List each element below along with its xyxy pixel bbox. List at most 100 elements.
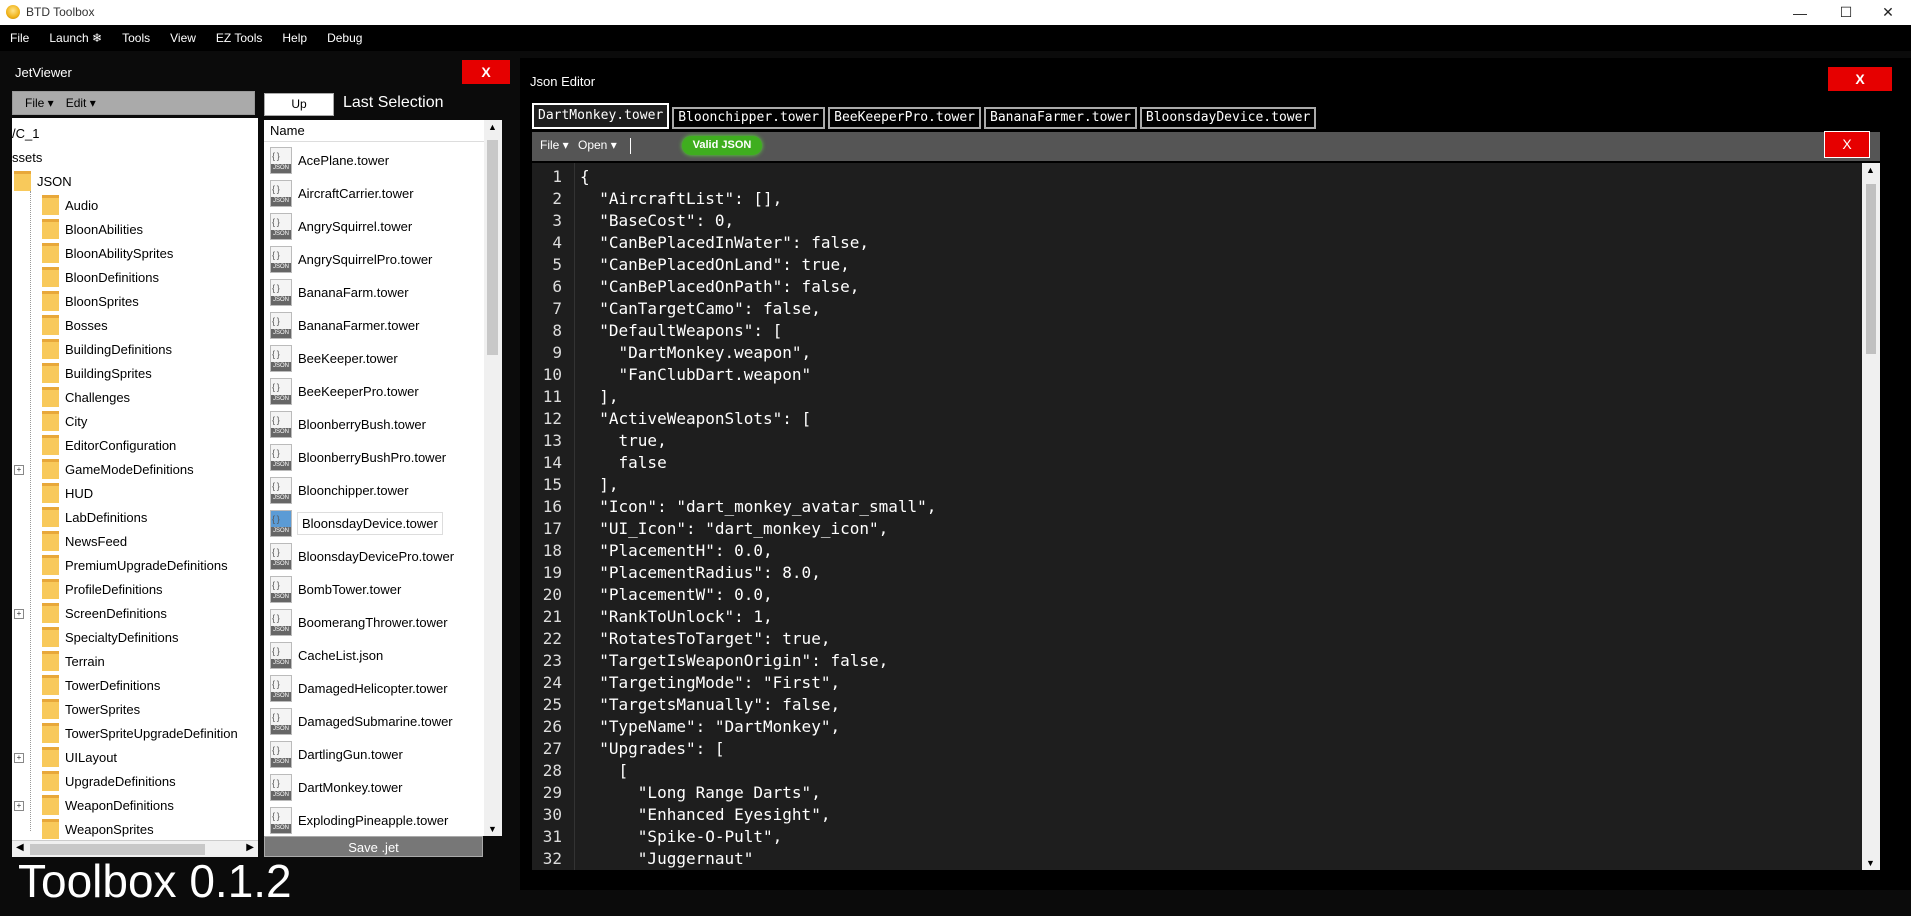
minimize-button[interactable]: —: [1777, 0, 1823, 25]
file-list-scrollbar[interactable]: ▲ ▼: [484, 120, 502, 836]
file-item[interactable]: { } JSON CacheList.json: [270, 640, 383, 670]
tree-node[interactable]: NewsFeed: [42, 529, 127, 553]
expand-icon[interactable]: +: [14, 801, 24, 811]
menu-launch[interactable]: Launch ❄: [39, 25, 112, 51]
jetviewer-file-menu[interactable]: File ▾: [25, 96, 54, 110]
tree-node[interactable]: Audio: [42, 193, 98, 217]
menu-ez-tools[interactable]: EZ Tools: [206, 25, 272, 51]
tree-node[interactable]: UpgradeDefinitions: [42, 769, 176, 793]
file-item[interactable]: { } JSON BeeKeeperPro.tower: [270, 376, 419, 406]
tree-node[interactable]: TowerSprites: [42, 697, 140, 721]
menu-view[interactable]: View: [160, 25, 206, 51]
tree-node[interactable]: WeaponDefinitions: [42, 793, 174, 817]
json-editor-close-button[interactable]: X: [1828, 67, 1892, 91]
monkey-money-icon: [6, 5, 20, 19]
file-item[interactable]: { } JSON BoomerangThrower.tower: [270, 607, 448, 637]
tab-bloonchipper[interactable]: Bloonchipper.tower: [672, 107, 826, 129]
tree-node[interactable]: GameModeDefinitions: [42, 457, 194, 481]
code-line: "CanBePlacedInWater": false,: [580, 233, 869, 252]
jetviewer-close-button[interactable]: X: [462, 60, 510, 84]
file-item[interactable]: { } JSON BeeKeeper.tower: [270, 343, 398, 373]
json-file-icon: { } JSON: [270, 542, 292, 570]
file-item[interactable]: { } JSON DartMonkey.tower: [270, 772, 403, 802]
tab-bloonsdaydevice[interactable]: BloonsdayDevice.tower: [1139, 107, 1317, 129]
tree-node[interactable]: /C_1: [12, 121, 39, 145]
tree-node[interactable]: BloonAbilitySprites: [42, 241, 173, 265]
expand-icon[interactable]: +: [14, 609, 24, 619]
editor-inner-close-button[interactable]: X: [1824, 131, 1870, 158]
file-item[interactable]: { } JSON ExplodingPineapple.tower: [270, 805, 448, 835]
tree-node[interactable]: Bosses: [42, 313, 108, 337]
save-jet-button[interactable]: Save .jet: [264, 836, 483, 857]
menu-file[interactable]: File: [0, 25, 39, 51]
file-item[interactable]: { } JSON BloonberryBush.tower: [270, 409, 426, 439]
close-window-button[interactable]: ✕: [1865, 0, 1911, 25]
tree-node[interactable]: BuildingDefinitions: [42, 337, 172, 361]
tree-node[interactable]: PremiumUpgradeDefinitions: [42, 553, 228, 577]
file-item[interactable]: { } JSON BananaFarm.tower: [270, 277, 409, 307]
tree-node[interactable]: HUD: [42, 481, 93, 505]
up-button[interactable]: Up: [264, 93, 334, 116]
tree-node[interactable]: TowerSpriteUpgradeDefinition: [42, 721, 238, 745]
tab-dartmonkey[interactable]: DartMonkey.tower: [532, 103, 670, 129]
file-list[interactable]: Name { } JSON AcePlane.tower{ } JSON Aircraf…: [264, 120, 502, 836]
scroll-right-icon[interactable]: ▶: [246, 842, 254, 853]
tree-node[interactable]: Terrain: [42, 649, 105, 673]
tab-bananafarmer[interactable]: BananaFarmer.tower: [984, 107, 1137, 129]
scroll-up-icon[interactable]: ▲: [1866, 165, 1875, 175]
jetviewer-edit-menu[interactable]: Edit ▾: [66, 96, 96, 110]
tree-node[interactable]: BloonAbilities: [42, 217, 143, 241]
expand-icon[interactable]: +: [14, 753, 24, 763]
editor-open-menu[interactable]: Open ▾: [578, 138, 617, 152]
file-item[interactable]: { } JSON BloonsdayDevice.tower: [270, 508, 443, 538]
scroll-up-icon[interactable]: ▲: [488, 122, 497, 132]
tree-node[interactable]: LabDefinitions: [42, 505, 147, 529]
code-line: "RankToUnlock": 1,: [580, 607, 773, 626]
tree-node-json[interactable]: JSON: [14, 169, 72, 193]
folder-tree[interactable]: /C_1 ssets JSON Audio BloonAbilities Bloon…: [12, 118, 258, 840]
tree-node[interactable]: ssets: [12, 145, 42, 169]
menu-tools[interactable]: Tools: [112, 25, 160, 51]
file-item[interactable]: { } JSON DartlingGun.tower: [270, 739, 403, 769]
file-item[interactable]: { } JSON BananaFarmer.tower: [270, 310, 419, 340]
tree-node[interactable]: UILayout: [42, 745, 117, 769]
tree-node[interactable]: WeaponSprites: [42, 817, 154, 840]
scroll-thumb[interactable]: [487, 140, 498, 355]
expand-icon[interactable]: +: [14, 465, 24, 475]
tree-node[interactable]: ScreenDefinitions: [42, 601, 167, 625]
json-file-icon: { } JSON: [270, 245, 292, 273]
file-item[interactable]: { } JSON BloonsdayDevicePro.tower: [270, 541, 454, 571]
file-item[interactable]: { } JSON DamagedHelicopter.tower: [270, 673, 448, 703]
tree-node[interactable]: BloonDefinitions: [42, 265, 159, 289]
code-scrollbar[interactable]: ▲ ▼: [1862, 163, 1880, 870]
list-header-name[interactable]: Name: [264, 120, 484, 142]
file-item[interactable]: { } JSON DamagedSubmarine.tower: [270, 706, 453, 736]
tree-node[interactable]: ProfileDefinitions: [42, 577, 163, 601]
file-item[interactable]: { } JSON BombTower.tower: [270, 574, 401, 604]
version-label: Toolbox 0.1.2: [18, 855, 292, 907]
file-item[interactable]: { } JSON Bloonchipper.tower: [270, 475, 409, 505]
menu-help[interactable]: Help: [272, 25, 317, 51]
tree-node[interactable]: City: [42, 409, 87, 433]
tree-node[interactable]: EditorConfiguration: [42, 433, 176, 457]
scroll-down-icon[interactable]: ▼: [488, 824, 497, 834]
file-item[interactable]: { } JSON AngrySquirrel.tower: [270, 211, 412, 241]
json-file-icon: { } JSON: [270, 674, 292, 702]
editor-file-menu[interactable]: File ▾: [540, 138, 569, 152]
tree-node[interactable]: Challenges: [42, 385, 130, 409]
menu-debug[interactable]: Debug: [317, 25, 372, 51]
scroll-left-icon[interactable]: ◀: [16, 842, 24, 853]
scroll-down-icon[interactable]: ▼: [1866, 858, 1875, 868]
file-item[interactable]: { } JSON AircraftCarrier.tower: [270, 178, 414, 208]
code-editor[interactable]: 1 {2 "AircraftList": [], 3 "BaseCost": 0, 4…: [532, 163, 1862, 870]
maximize-button[interactable]: ☐: [1823, 0, 1869, 25]
tree-node[interactable]: BuildingSprites: [42, 361, 152, 385]
file-item[interactable]: { } JSON AcePlane.tower: [270, 145, 389, 175]
tab-beekeeperpro[interactable]: BeeKeeperPro.tower: [828, 107, 982, 129]
scroll-thumb[interactable]: [1866, 184, 1876, 354]
file-item[interactable]: { } JSON AngrySquirrelPro.tower: [270, 244, 432, 274]
tree-node[interactable]: SpecialtyDefinitions: [42, 625, 178, 649]
file-item[interactable]: { } JSON BloonberryBushPro.tower: [270, 442, 446, 472]
tree-node[interactable]: TowerDefinitions: [42, 673, 160, 697]
tree-node[interactable]: BloonSprites: [42, 289, 139, 313]
